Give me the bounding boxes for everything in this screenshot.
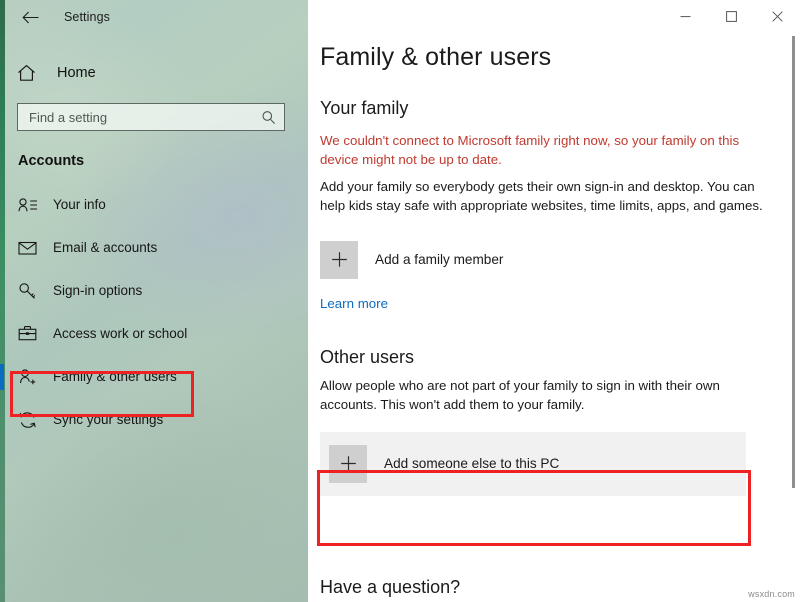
add-family-member-row[interactable]: Add a family member — [320, 234, 752, 286]
other-users-description: Allow people who are not part of your fa… — [320, 377, 720, 413]
sidebar-item-email-accounts[interactable]: Email & accounts — [0, 226, 308, 269]
sidebar-item-sign-in-options[interactable]: Sign-in options — [0, 269, 308, 312]
home-icon — [17, 64, 43, 82]
search-box[interactable] — [17, 103, 285, 131]
sidebar-category-heading: Accounts — [18, 153, 85, 169]
sidebar-item-label: Sync your settings — [53, 412, 164, 427]
other-users-section: Other users Allow people who are not par… — [320, 347, 800, 496]
add-someone-else-row[interactable]: Add someone else to this PC — [320, 431, 746, 496]
sidebar-item-family-other-users[interactable]: Family & other users — [0, 355, 308, 398]
sync-icon — [18, 410, 42, 430]
your-family-description: Add your family so everybody gets their … — [320, 178, 763, 214]
key-icon — [18, 281, 42, 301]
settings-window: Settings Home Accoun — [0, 0, 800, 602]
main-content: Family & other users Your family We coul… — [308, 0, 800, 602]
sidebar-item-sync-your-settings[interactable]: Sync your settings — [0, 398, 308, 441]
section-heading-other-users: Other users — [320, 346, 415, 367]
page-title: Family & other users — [320, 43, 552, 71]
plus-icon — [329, 444, 367, 483]
plus-icon — [320, 240, 358, 279]
sidebar-item-your-info[interactable]: Your info — [0, 183, 308, 226]
section-heading-your-family: Your family — [320, 97, 409, 118]
learn-more-link[interactable]: Learn more — [320, 296, 388, 311]
sidebar-item-label: Family & other users — [53, 369, 177, 384]
search-input[interactable] — [29, 109, 261, 125]
sidebar-item-access-work-school[interactable]: Access work or school — [0, 312, 308, 355]
sidebar: Settings Home Accoun — [0, 0, 308, 602]
maximize-icon[interactable] — [708, 0, 754, 32]
sidebar-item-home[interactable]: Home — [0, 56, 308, 90]
app-title: Settings — [64, 10, 110, 24]
scrollbar[interactable] — [789, 36, 798, 596]
person-add-icon — [18, 367, 42, 387]
envelope-icon — [18, 238, 42, 258]
briefcase-icon — [18, 324, 42, 344]
window-controls — [662, 0, 800, 32]
add-someone-else-label: Add someone else to this PC — [384, 456, 560, 471]
sidebar-item-label: Access work or school — [53, 326, 188, 341]
family-connection-warning: We couldn't connect to Microsoft family … — [320, 132, 740, 167]
selection-indicator — [0, 364, 4, 390]
minimize-icon[interactable] — [662, 0, 708, 32]
person-info-icon — [18, 195, 42, 215]
scrollbar-thumb[interactable] — [792, 36, 795, 488]
add-someone-else-wrapper: Add someone else to this PC — [320, 431, 800, 496]
back-arrow-icon[interactable] — [16, 4, 44, 30]
sidebar-item-label: Your info — [53, 197, 106, 212]
search-icon[interactable] — [261, 110, 276, 125]
close-icon[interactable] — [754, 0, 800, 32]
sidebar-nav-list: Your info Email & accounts Sign-in optio… — [0, 183, 308, 441]
settings-page-body: Family & other users Your family We coul… — [308, 0, 800, 496]
sidebar-item-home-label: Home — [57, 65, 96, 81]
sidebar-item-label: Email & accounts — [53, 240, 158, 255]
watermark: wsxdn.com — [748, 589, 795, 599]
add-family-member-label: Add a family member — [375, 252, 504, 267]
sidebar-titlebar: Settings — [0, 0, 308, 34]
sidebar-item-label: Sign-in options — [53, 283, 143, 298]
footer-heading-have-a-question: Have a question? — [320, 577, 461, 597]
